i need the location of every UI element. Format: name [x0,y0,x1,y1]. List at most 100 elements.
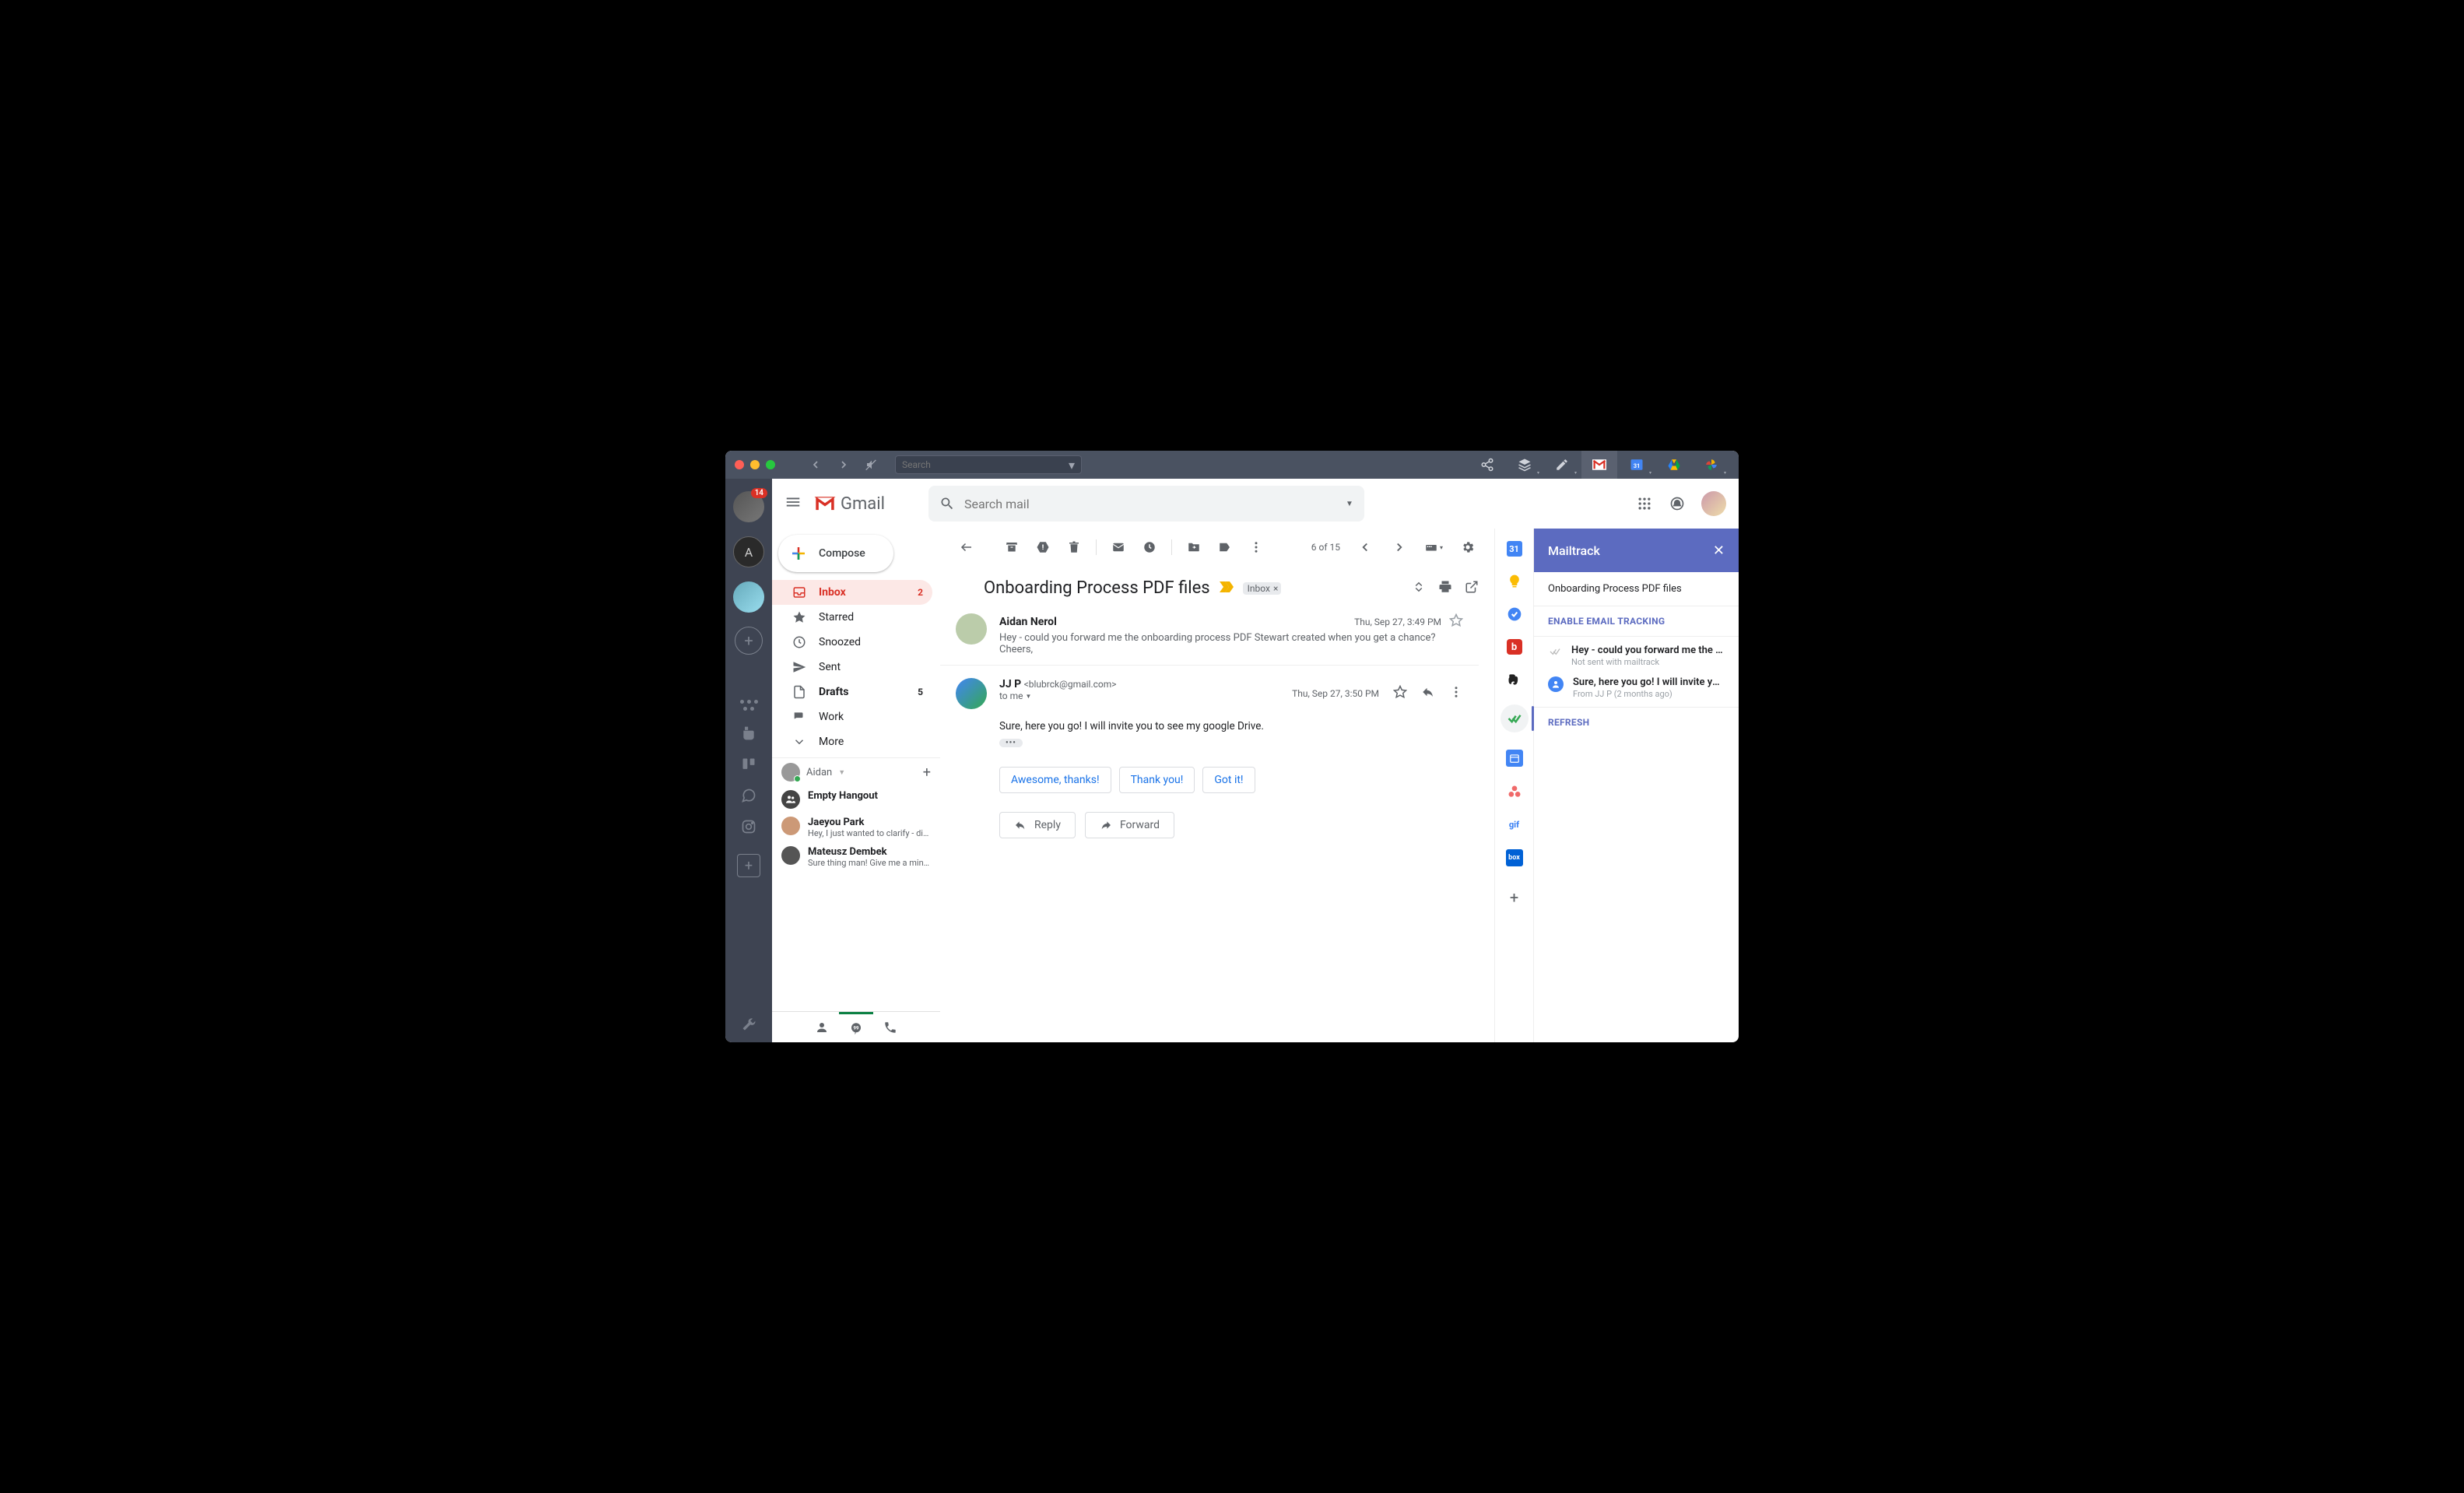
print-icon[interactable] [1438,580,1452,597]
close-icon[interactable]: ✕ [1713,543,1725,559]
star-icon[interactable] [1449,613,1463,631]
notifications-icon[interactable] [1669,495,1686,512]
addon-calendar[interactable]: 31 [1507,541,1522,557]
evernote-icon[interactable] [740,725,757,742]
workspace-avatar-1[interactable]: 14 [733,491,764,522]
nav-back[interactable] [805,454,827,476]
minimize-window[interactable] [750,460,760,469]
mailtrack-enable-tracking[interactable]: ENABLE EMAIL TRACKING [1534,606,1739,637]
archive-icon[interactable] [998,533,1026,561]
hangouts-contacts-icon[interactable] [805,1012,839,1043]
add-workspace[interactable]: + [735,627,763,655]
importance-marker-icon[interactable] [1220,581,1234,595]
report-spam-icon[interactable]: ! [1029,533,1057,561]
shift-menu-dots[interactable] [740,700,758,711]
labels-icon[interactable] [1211,533,1239,561]
gmail-app-icon[interactable] [1581,451,1617,479]
older-icon[interactable] [1385,533,1413,561]
more-actions-icon[interactable] [1242,533,1270,561]
mute-icon[interactable] [861,454,883,476]
nav-drafts[interactable]: Drafts 5 [772,680,932,704]
nav-starred[interactable]: Starred [772,605,932,630]
nav-snoozed[interactable]: Snoozed [772,630,932,655]
remove-label-icon[interactable]: × [1273,583,1278,594]
newer-icon[interactable] [1351,533,1379,561]
reply-icon[interactable] [1421,685,1435,702]
addon-calendar-2[interactable] [1506,750,1523,767]
show-trimmed-icon[interactable]: ••• [999,739,1023,747]
addon-tasks[interactable] [1507,606,1522,622]
addon-boomerang[interactable]: b [1507,639,1522,655]
popout-icon[interactable] [1465,580,1479,597]
instagram-icon[interactable] [740,818,757,835]
smart-reply-1[interactable]: Thank you! [1119,767,1195,793]
shift-search[interactable]: ▾ [895,455,1082,474]
drive-app-icon[interactable] [1656,451,1692,479]
addon-evernote[interactable] [1507,672,1522,687]
gmail-logo[interactable]: Gmail [814,494,885,514]
snooze-icon[interactable] [1135,533,1164,561]
photos-app-icon[interactable]: ▾ [1694,451,1729,479]
nav-more[interactable]: More [772,729,932,754]
close-window[interactable] [735,460,744,469]
reply-button[interactable]: Reply [999,812,1076,838]
addon-box[interactable]: box [1506,849,1523,866]
main-menu-icon[interactable] [784,494,802,514]
maximize-window[interactable] [766,460,775,469]
delete-icon[interactable] [1060,533,1088,561]
account-avatar[interactable] [1701,491,1726,516]
mark-unread-icon[interactable] [1104,533,1132,561]
search-dropdown-icon[interactable]: ▾ [1069,458,1075,472]
star-icon[interactable] [1393,685,1407,702]
settings-gear-icon[interactable] [1454,533,1482,561]
hangouts-user-avatar[interactable] [781,763,800,782]
workspace-avatar-2[interactable]: A [733,536,764,567]
add-app[interactable]: + [737,854,760,877]
label-chip-inbox[interactable]: Inbox× [1243,582,1282,595]
edit-icon[interactable]: ▾ [1544,451,1580,479]
move-to-icon[interactable] [1180,533,1208,561]
addon-mailtrack[interactable] [1507,711,1522,726]
mailtrack-item-1[interactable]: Sure, here you go! I will invite yo...Fr… [1534,669,1739,701]
hangouts-new[interactable]: + [923,764,931,781]
share-icon[interactable] [1469,451,1505,479]
gmail-search[interactable]: ▼ [928,486,1364,522]
forward-button[interactable]: Forward [1085,812,1174,838]
addon-keep[interactable] [1507,574,1522,589]
workspace-avatar-3[interactable] [733,581,764,613]
hangout-item-1[interactable]: Jaeyou ParkHey, I just wanted to clarify… [772,813,940,842]
gmail-search-input[interactable] [964,497,1336,511]
apps-grid-icon[interactable] [1636,495,1653,512]
compose-button[interactable]: Compose [778,535,893,572]
hangouts-chat-icon[interactable]: 99 [839,1012,873,1043]
mailtrack-item-0[interactable]: Hey - could you forward me the on...Not … [1534,637,1739,669]
trello-icon[interactable] [740,756,757,773]
nav-sent[interactable]: Sent [772,655,932,680]
hangouts-status-dropdown[interactable]: ▼ [838,768,845,777]
layers-icon[interactable]: ▾ [1507,451,1543,479]
settings-wrench-icon[interactable] [740,1016,757,1033]
hangout-item-2[interactable]: Mateusz DembekSure thing man! Give me a … [772,842,940,872]
addon-asana[interactable] [1507,784,1522,799]
shift-search-input[interactable] [902,459,1069,470]
smart-reply-2[interactable]: Got it! [1202,767,1255,793]
addon-get-addons[interactable]: + [1510,888,1518,907]
mailtrack-refresh[interactable]: REFRESH [1534,708,1739,737]
nav-forward[interactable] [833,454,855,476]
back-to-inbox[interactable] [953,533,981,561]
calendar-app-icon[interactable]: 31▾ [1619,451,1655,479]
addon-gif[interactable]: gif [1507,817,1522,832]
smart-reply-0[interactable]: Awesome, thanks! [999,767,1111,793]
nav-inbox[interactable]: Inbox 2 [772,580,932,605]
hangout-item-0[interactable]: Empty Hangout [772,786,940,813]
search-options-icon[interactable]: ▼ [1346,500,1353,508]
to-line[interactable]: to me ▼ [999,690,1279,701]
input-tools-icon[interactable]: ▾ [1420,533,1448,561]
more-icon[interactable] [1449,685,1463,702]
expand-all-icon[interactable] [1412,580,1426,597]
nav-work[interactable]: Work [772,704,932,729]
show-details-icon[interactable]: ▼ [1026,693,1032,700]
whatsapp-icon[interactable] [740,787,757,804]
message-collapsed[interactable]: Aidan Nerol Thu, Sep 27, 3:49 PM Hey - c… [940,604,1479,666]
hangouts-call-icon[interactable] [873,1012,907,1043]
